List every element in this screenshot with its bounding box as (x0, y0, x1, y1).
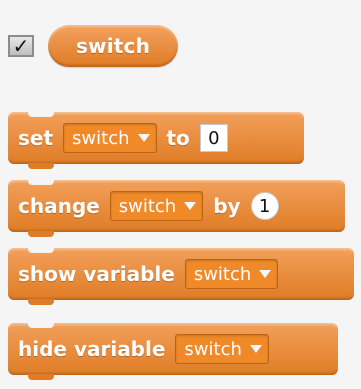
change-variable-block[interactable]: change switch by 1 (8, 179, 345, 237)
dropdown-value: switch (184, 338, 242, 360)
caret-down-icon (259, 270, 272, 278)
block-keyword-to: to (166, 126, 190, 150)
value-input[interactable]: 0 (199, 124, 228, 152)
set-variable-block[interactable]: set switch to 0 (8, 111, 304, 169)
variable-dropdown[interactable]: switch (63, 123, 157, 153)
dropdown-value: switch (118, 195, 177, 217)
dropdown-value: switch (193, 263, 252, 285)
dropdown-value: switch (72, 127, 130, 149)
block-keyword-change: change (18, 194, 100, 218)
block-keyword-by: by (213, 194, 241, 218)
hide-variable-block[interactable]: hide variable switch (8, 322, 338, 380)
variable-dropdown[interactable]: switch (175, 334, 269, 364)
reporter-label: switch (75, 34, 151, 58)
caret-down-icon (184, 202, 197, 210)
caret-down-icon (137, 134, 150, 142)
variable-dropdown[interactable]: switch (184, 259, 279, 289)
variable-watcher-checkbox[interactable]: ✓ (8, 35, 34, 57)
switch-variable-reporter[interactable]: switch (48, 25, 178, 67)
caret-down-icon (249, 345, 262, 353)
checkmark-icon: ✓ (12, 34, 30, 58)
variable-dropdown[interactable]: switch (109, 191, 204, 221)
variables-palette: ✓ switch set switch to 0 change switch b… (0, 0, 361, 389)
block-keyword-set: set (18, 126, 54, 150)
block-keyword-show-variable: show variable (18, 262, 175, 286)
block-keyword-hide-variable: hide variable (18, 337, 166, 361)
change-amount-input[interactable]: 1 (250, 192, 279, 220)
show-variable-block[interactable]: show variable switch (8, 247, 354, 305)
